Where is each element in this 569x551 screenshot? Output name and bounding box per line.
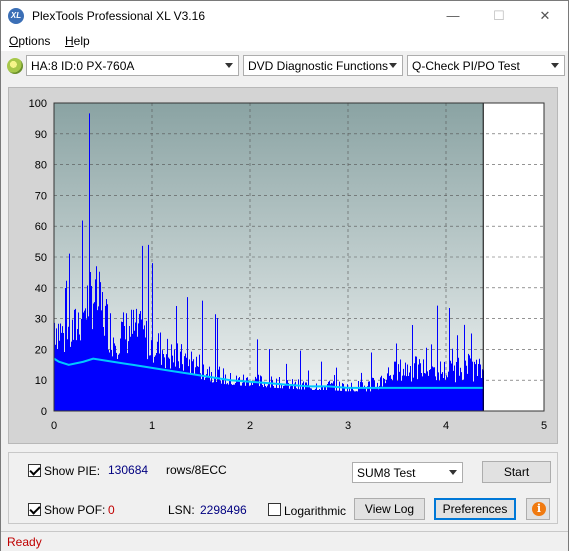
drive-select[interactable]: HA:8 ID:0 PX-760A: [26, 55, 239, 76]
main-window: XL PlexTools Professional XL V3.16 — ☐ ✕…: [0, 0, 569, 551]
pof-value: 0: [108, 503, 115, 517]
pie-unit: rows/8ECC: [166, 463, 227, 477]
y-tick-label: 50: [35, 252, 47, 264]
menu-help[interactable]: Help: [65, 34, 90, 48]
sum-test-select[interactable]: SUM8 Test: [352, 462, 463, 483]
status-text: Ready: [7, 535, 42, 549]
y-tick-label: 100: [29, 98, 47, 110]
chevron-down-icon: [449, 470, 457, 475]
y-tick-label: 90: [35, 129, 47, 141]
y-tick-label: 10: [35, 375, 47, 387]
menu-options[interactable]: Options: [9, 34, 50, 48]
controls-panel: Show PIE: 130684 rows/8ECC Show POF: 0 L…: [8, 452, 558, 524]
start-button[interactable]: Start: [482, 461, 551, 483]
maximize-button[interactable]: ☐: [476, 1, 522, 31]
logarithmic-checkbox[interactable]: [268, 503, 281, 516]
info-icon: i: [532, 502, 546, 516]
show-pof-label: Show POF:: [44, 503, 106, 517]
chevron-down-icon: [225, 63, 233, 68]
pie-value: 130684: [108, 463, 149, 477]
function-select[interactable]: DVD Diagnostic Functions: [243, 55, 403, 76]
disc-icon: [7, 58, 23, 74]
info-button[interactable]: i: [526, 498, 550, 520]
logarithmic-label: Logarithmic: [284, 504, 347, 518]
function-select-value: DVD Diagnostic Functions: [248, 59, 389, 73]
app-icon: XL: [8, 8, 24, 24]
sum-test-select-value: SUM8 Test: [357, 466, 416, 480]
y-tick-label: 0: [41, 406, 47, 418]
x-tick-label: 1: [149, 420, 155, 432]
x-tick-label: 2: [247, 420, 253, 432]
minimize-button[interactable]: —: [430, 1, 476, 31]
chevron-down-icon: [389, 63, 397, 68]
chevron-down-icon: [551, 63, 559, 68]
chart-panel: 100 90 80 70 60 50 40 30 20 10 0 0 1 2 3 4 5: [8, 87, 558, 444]
close-button[interactable]: ✕: [522, 1, 568, 31]
view-log-button[interactable]: View Log: [354, 498, 425, 520]
x-tick-label: 4: [443, 420, 449, 432]
x-tick-label: 3: [345, 420, 351, 432]
y-tick-label: 70: [35, 190, 47, 202]
test-type-select-value: Q-Check PI/PO Test: [412, 59, 520, 73]
y-tick-label: 80: [35, 160, 47, 172]
x-tick-label: 0: [51, 420, 57, 432]
lsn-value: 2298496: [200, 503, 247, 517]
show-pie-label: Show PIE:: [44, 464, 101, 478]
drive-select-value: HA:8 ID:0 PX-760A: [31, 59, 135, 73]
status-bar: Ready: [1, 531, 568, 551]
show-pof-checkbox[interactable]: [28, 503, 41, 516]
title-bar[interactable]: XL PlexTools Professional XL V3.16 — ☐ ✕: [1, 1, 568, 31]
window-title: PlexTools Professional XL V3.16: [32, 9, 205, 23]
x-tick-label: 5: [541, 420, 547, 432]
y-tick-label: 30: [35, 314, 47, 326]
y-tick-label: 20: [35, 344, 47, 356]
pipo-chart: 10090807060504030201000 1 2 3 4 5: [29, 98, 547, 432]
test-type-select[interactable]: Q-Check PI/PO Test: [407, 55, 565, 76]
y-tick-label: 40: [35, 283, 47, 295]
lsn-label: LSN:: [168, 503, 195, 517]
show-pie-checkbox[interactable]: [28, 464, 41, 477]
toolbar: HA:8 ID:0 PX-760A DVD Diagnostic Functio…: [1, 52, 568, 81]
preferences-button[interactable]: Preferences: [434, 498, 516, 520]
y-tick-label: 60: [35, 221, 47, 233]
menu-bar: Options Help: [1, 31, 568, 51]
